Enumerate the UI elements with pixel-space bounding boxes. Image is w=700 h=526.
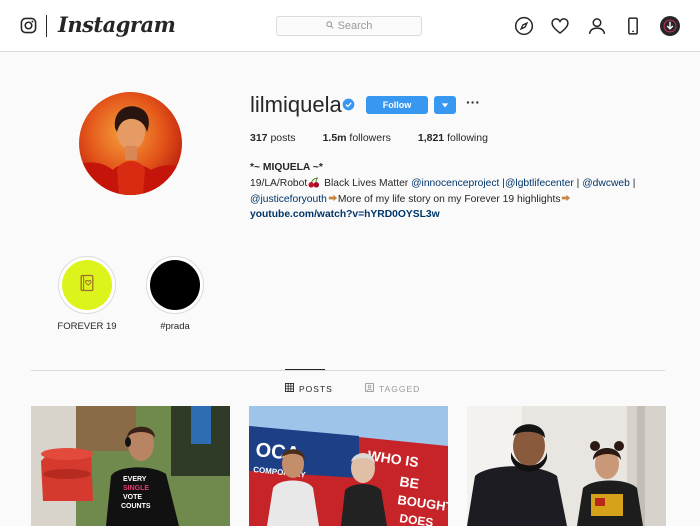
highlight-cover bbox=[62, 260, 112, 310]
journal-icon bbox=[77, 273, 97, 298]
tab-label: TAGGED bbox=[379, 383, 421, 394]
active-tab-indicator bbox=[285, 369, 325, 370]
followers-count: 1.5m bbox=[322, 132, 347, 144]
bio-line-1: 19/LA/Robot Black Lives Matter @innocenc… bbox=[250, 176, 670, 192]
post-thumbnail[interactable]: EVERY SINGLE VOTE COUNTS bbox=[31, 406, 230, 526]
phone-icon[interactable] bbox=[623, 16, 643, 36]
post-thumbnail[interactable]: OCA COMPORARY WHO IS BE BOUGHT DOES bbox=[249, 406, 448, 526]
top-nav-bar: Instagram Search bbox=[0, 0, 700, 52]
verified-badge-icon bbox=[342, 98, 355, 111]
highlight-ring bbox=[146, 256, 204, 314]
profile-stats: 317 posts 1.5m followers 1,821 following bbox=[250, 132, 515, 144]
profile-full-name: *~ MIQUELA ~* bbox=[250, 162, 323, 173]
more-options-icon[interactable]: ··· bbox=[465, 95, 481, 114]
mention-link[interactable]: @justiceforyouth bbox=[250, 194, 327, 205]
instagram-wordmark[interactable]: Instagram bbox=[58, 12, 176, 37]
instagram-glyph-icon[interactable] bbox=[20, 17, 37, 34]
posts-label: posts bbox=[270, 132, 296, 144]
tabs-divider bbox=[31, 370, 665, 371]
heart-icon[interactable] bbox=[550, 16, 570, 36]
mention-link[interactable]: @dwcweb bbox=[582, 178, 630, 189]
mention-link[interactable]: @innocenceproject bbox=[411, 178, 499, 189]
profile-website-link[interactable]: youtube.com/watch?v=hYRD0OYSL3w bbox=[250, 207, 670, 223]
tab-tagged[interactable]: TAGGED bbox=[365, 383, 420, 394]
followers-stat[interactable]: 1.5m followers bbox=[323, 132, 391, 144]
separator: | bbox=[573, 177, 583, 189]
logo-divider bbox=[46, 15, 47, 37]
search-icon bbox=[325, 20, 338, 32]
profile-avatar[interactable] bbox=[79, 92, 182, 195]
bio-line-2: @justiceforyouth More of my life story on… bbox=[250, 192, 670, 208]
highlight-forever-19[interactable]: FOREVER 19 bbox=[57, 256, 117, 332]
separator: | bbox=[629, 177, 636, 189]
svg-text:SINGLE: SINGLE bbox=[123, 485, 149, 492]
bio-text: Black Lives Matter bbox=[321, 177, 412, 189]
caret-down-icon bbox=[441, 96, 449, 114]
download-icon[interactable] bbox=[660, 16, 680, 36]
pointing-hand-emoji-icon bbox=[327, 194, 338, 205]
profile-username: lilmiquela bbox=[250, 92, 342, 117]
highlight-ring bbox=[58, 256, 116, 314]
profile-bio: *~ MIQUELA ~* 19/LA/Robot Black Lives Ma… bbox=[250, 160, 670, 223]
tab-label: POSTS bbox=[299, 383, 333, 394]
svg-text:BE: BE bbox=[399, 473, 420, 492]
post-thumbnail[interactable] bbox=[467, 406, 666, 526]
posts-count: 317 bbox=[250, 132, 268, 144]
svg-text:VOTE: VOTE bbox=[123, 494, 142, 501]
pointing-hand-emoji-icon bbox=[560, 194, 571, 205]
tagged-icon bbox=[365, 383, 374, 394]
svg-text:COUNTS: COUNTS bbox=[121, 503, 151, 510]
search-placeholder: Search bbox=[337, 20, 373, 32]
highlight-prada[interactable]: #prada bbox=[146, 256, 204, 332]
highlight-label: #prada bbox=[160, 321, 190, 332]
follow-dropdown-button[interactable] bbox=[434, 96, 456, 114]
bio-text: More of my life story on my Forever 19 h… bbox=[337, 193, 561, 205]
person-icon[interactable] bbox=[587, 16, 607, 36]
follow-button[interactable]: Follow bbox=[366, 96, 428, 114]
tab-posts[interactable]: POSTS bbox=[285, 383, 333, 394]
following-stat[interactable]: 1,821 following bbox=[418, 132, 488, 144]
following-label: following bbox=[447, 132, 488, 144]
highlight-cover bbox=[150, 260, 200, 310]
svg-text:EVERY: EVERY bbox=[123, 476, 147, 483]
cherries-emoji-icon bbox=[307, 177, 321, 189]
followers-label: followers bbox=[349, 132, 391, 144]
mention-link[interactable]: @lgbtlifecenter bbox=[505, 178, 574, 189]
posts-stat: 317 posts bbox=[250, 132, 296, 144]
bio-text: 19/LA/Robot bbox=[250, 177, 308, 189]
highlight-label: FOREVER 19 bbox=[57, 321, 117, 332]
search-input[interactable]: Search bbox=[276, 16, 422, 36]
following-count: 1,821 bbox=[417, 132, 445, 144]
grid-icon bbox=[285, 383, 294, 394]
compass-icon[interactable] bbox=[514, 16, 534, 36]
